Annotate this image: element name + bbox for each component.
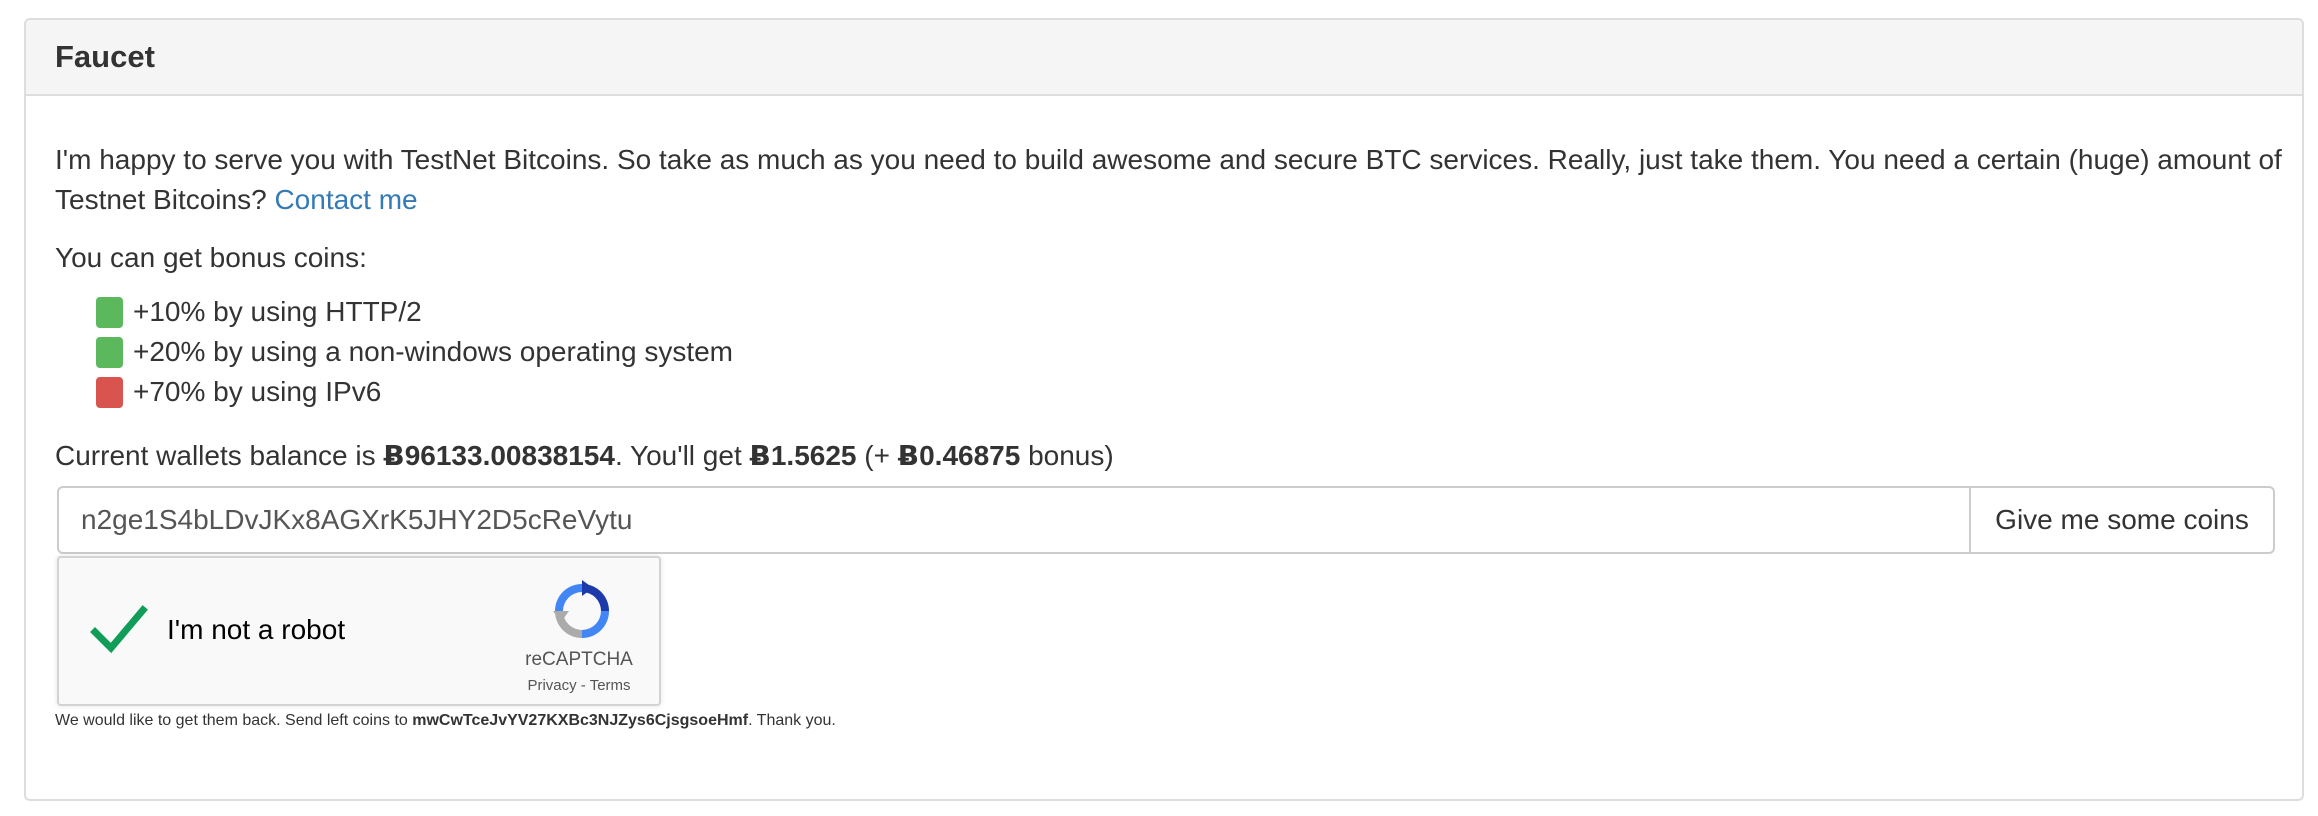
recaptcha-widget: I'm not a robot reCAPTCHA Privacy - Term… <box>57 556 661 706</box>
return-suffix: . Thank you. <box>748 712 836 729</box>
intro-paragraph: I'm happy to serve you with TestNet Bitc… <box>55 140 2295 220</box>
checkmark-icon[interactable] <box>89 600 149 660</box>
recaptcha-links: Privacy - Terms <box>499 676 659 696</box>
bonus-heading: You can get bonus coins: <box>55 242 367 273</box>
panel-heading: Faucet <box>26 20 2302 96</box>
status-failure-icon <box>96 376 123 408</box>
bonus-label: +70% by using IPv6 <box>133 376 382 407</box>
bonus-item-os: +20% by using a non-windows operating sy… <box>96 332 733 372</box>
terms-link[interactable]: Terms <box>590 677 631 694</box>
return-address: mwCwTceJvYV27KXBc3NJZys6CjsgsoeHmf <box>412 712 749 729</box>
return-coins-line: We would like to get them back. Send lef… <box>55 712 836 730</box>
wallet-balance: 96133.00838154 <box>404 440 615 471</box>
return-prefix: We would like to get them back. Send lef… <box>55 712 408 729</box>
payout-amount: 1.5625 <box>770 440 857 471</box>
bonus-item-ipv6: +70% by using IPv6 <box>96 372 733 412</box>
address-form: Give me some coins <box>57 486 2275 554</box>
balance-prefix: Current wallets balance is <box>55 440 376 471</box>
balance-line: Current wallets balance is Ƀ96133.008381… <box>55 436 1114 476</box>
bitcoin-icon: Ƀ <box>897 439 920 472</box>
contact-me-link[interactable]: Contact me <box>274 184 417 215</box>
panel-title: Faucet <box>55 39 155 74</box>
recaptcha-logo-icon <box>553 580 609 638</box>
bonus-open: (+ <box>864 440 890 471</box>
balance-middle: . You'll get <box>614 440 742 471</box>
bonus-list: +10% by using HTTP/2 +20% by using a non… <box>96 292 733 412</box>
bonus-item-http2: +10% by using HTTP/2 <box>96 292 733 332</box>
faucet-panel: Faucet I'm happy to serve you with TestN… <box>24 18 2304 801</box>
address-input[interactable] <box>57 486 1969 554</box>
bonus-amount: 0.46875 <box>919 440 1021 471</box>
status-success-icon <box>96 336 123 368</box>
captcha-label: I'm not a robot <box>167 614 346 645</box>
bonus-close: bonus) <box>1028 440 1114 471</box>
bitcoin-icon: Ƀ <box>383 439 405 472</box>
links-separator: - <box>576 677 590 694</box>
status-success-icon <box>96 296 123 328</box>
bitcoin-icon: Ƀ <box>749 439 771 472</box>
bonus-label: +20% by using a non-windows operating sy… <box>133 336 734 367</box>
give-coins-button[interactable]: Give me some coins <box>1969 486 2275 554</box>
privacy-link[interactable]: Privacy <box>527 677 576 694</box>
bonus-label: +10% by using HTTP/2 <box>133 296 422 327</box>
recaptcha-brand: reCAPTCHA <box>525 649 633 670</box>
